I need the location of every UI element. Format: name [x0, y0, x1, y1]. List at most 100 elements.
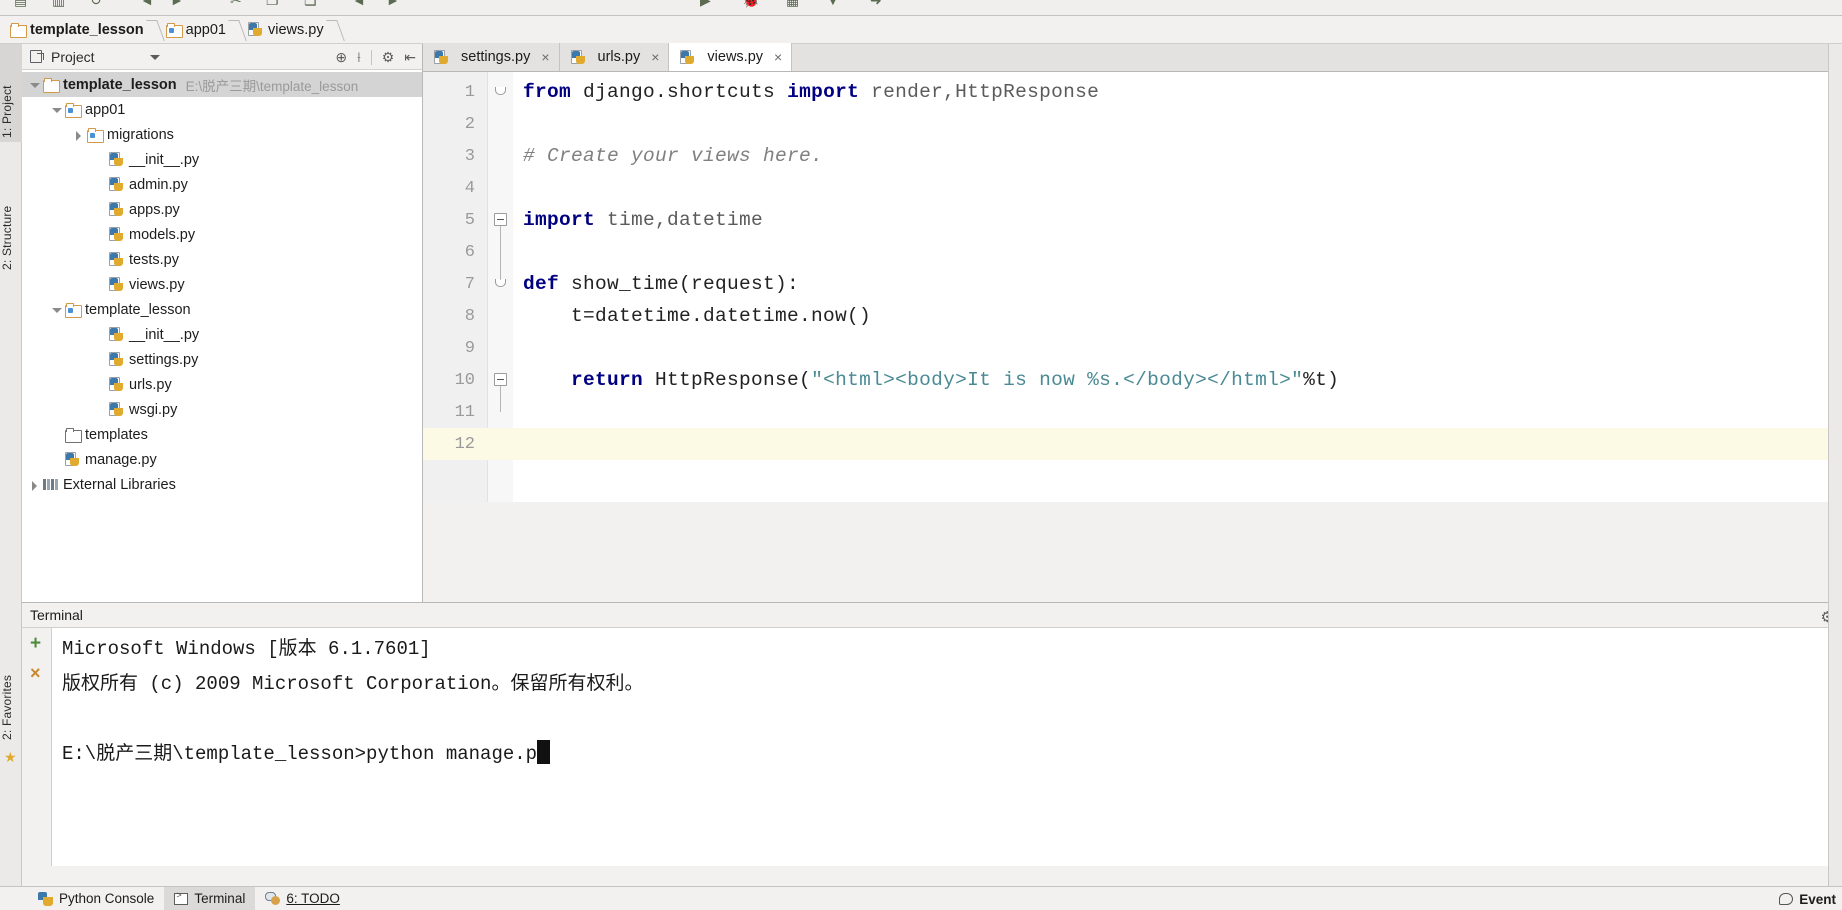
open-icon[interactable]: ▤	[14, 0, 27, 9]
statusbar-item-todo[interactable]: 6: TODO	[255, 887, 350, 910]
terminal-line-text: E:\脱产三期\template_lesson>python manage.p	[62, 743, 538, 765]
code-line[interactable]: 9	[423, 332, 1842, 364]
terminal-panel[interactable]: + × Microsoft Windows [版本 6.1.7601] 版权所有 …	[22, 628, 1842, 866]
tree-node-tests-py[interactable]: tests.py	[22, 247, 422, 272]
code-line[interactable]: 12	[423, 428, 1842, 460]
fold-collapse-icon[interactable]	[494, 373, 507, 386]
line-number: 11	[454, 402, 475, 422]
editor-tab-settings-py[interactable]: settings.py ×	[423, 43, 560, 71]
code-content[interactable]: 1 from django.shortcuts import render,Htt…	[423, 72, 1842, 502]
breadcrumb-item-app01[interactable]: app01	[162, 17, 232, 43]
tree-node---init---py[interactable]: __init__.py	[22, 147, 422, 172]
close-tab-icon[interactable]: ×	[774, 50, 782, 64]
fold-collapse-icon[interactable]	[494, 213, 507, 226]
tree-node-wsgi-py[interactable]: wsgi.py	[22, 397, 422, 422]
python-file-icon	[65, 452, 80, 467]
hide-icon[interactable]: ⇤	[404, 50, 416, 64]
tree-node-app01[interactable]: app01	[22, 97, 422, 122]
target-icon[interactable]: ⊕	[335, 50, 347, 64]
code-editor[interactable]: 1 from django.shortcuts import render,Htt…	[423, 72, 1842, 502]
debug-icon[interactable]: 🐞	[742, 0, 759, 9]
code-line[interactable]: 6	[423, 236, 1842, 268]
paste-icon[interactable]: ❏	[304, 0, 317, 9]
save-icon[interactable]: ▥	[52, 0, 65, 9]
cut-icon[interactable]: ✂	[230, 0, 242, 9]
statusbar-event-log[interactable]: Event	[1779, 887, 1836, 910]
close-tab-icon[interactable]: ×	[541, 50, 549, 64]
sidebar-item-structure[interactable]: 2: Structure	[0, 156, 22, 274]
code-line[interactable]: 2	[423, 108, 1842, 140]
tree-node-template-lesson[interactable]: template_lesson	[22, 297, 422, 322]
python-file-icon	[109, 402, 124, 417]
gear-icon[interactable]: ⚙	[382, 50, 395, 64]
breadcrumb-separator	[330, 17, 342, 43]
close-icon[interactable]: ×	[30, 664, 41, 682]
event-log-icon	[1779, 893, 1794, 905]
line-number: 12	[454, 434, 475, 454]
breadcrumb-label: app01	[185, 21, 226, 38]
forward-icon[interactable]: ►	[386, 0, 400, 8]
attach-icon[interactable]: ➜	[870, 0, 882, 9]
tree-node-models-py[interactable]: models.py	[22, 222, 422, 247]
tree-node-external-libraries[interactable]: External Libraries	[22, 472, 422, 497]
undo-icon[interactable]: ◄	[140, 0, 154, 8]
twisty-icon[interactable]	[28, 478, 42, 492]
coverage-icon[interactable]: ▦	[786, 0, 799, 9]
tree-node-admin-py[interactable]: admin.py	[22, 172, 422, 197]
statusbar-item-python-console[interactable]: Python Console	[28, 887, 164, 910]
twisty-icon[interactable]	[72, 128, 86, 142]
copy-icon[interactable]: ❐	[266, 0, 279, 9]
sync-icon[interactable]: ↻	[90, 0, 102, 9]
tree-node-urls-py[interactable]: urls.py	[22, 372, 422, 397]
twisty-icon[interactable]	[50, 103, 64, 117]
line-number: 2	[464, 114, 475, 134]
python-file-icon	[109, 377, 124, 392]
code-line[interactable]: 3 # Create your views here.	[423, 140, 1842, 172]
code-line[interactable]: 4	[423, 172, 1842, 204]
collapse-all-icon[interactable]: ⟊	[357, 50, 361, 64]
breadcrumb-item-project[interactable]: template_lesson	[6, 17, 150, 43]
run-icon[interactable]: ▶	[700, 0, 711, 9]
tree-node-apps-py[interactable]: apps.py	[22, 197, 422, 222]
code-line[interactable]: 1 from django.shortcuts import render,Htt…	[423, 76, 1842, 108]
terminal-output[interactable]: Microsoft Windows [版本 6.1.7601] 版权所有 (c) …	[62, 628, 1832, 866]
breadcrumb-item-file[interactable]: views.py	[244, 17, 330, 43]
twisty-icon[interactable]	[50, 303, 64, 317]
close-tab-icon[interactable]: ×	[651, 50, 659, 64]
sidebar-item-favorites[interactable]: 2: Favorites	[0, 624, 22, 744]
editor-tab-urls-py[interactable]: urls.py ×	[559, 43, 670, 71]
add-tab-icon[interactable]: +	[30, 634, 41, 653]
chevron-down-icon[interactable]	[150, 55, 160, 60]
line-number: 9	[464, 338, 475, 358]
python-file-icon	[109, 327, 124, 342]
tree-node-template-lesson[interactable]: template_lesson E:\脱产三期\template_lesson	[22, 72, 422, 97]
code-line[interactable]: 5 import time,datetime	[423, 204, 1842, 236]
tree-node-settings-py[interactable]: settings.py	[22, 347, 422, 372]
terminal-line: Microsoft Windows [版本 6.1.7601]	[62, 632, 1832, 667]
tree-node---init---py[interactable]: __init__.py	[22, 322, 422, 347]
tree-node-views-py[interactable]: views.py	[22, 272, 422, 297]
folder-icon	[43, 77, 60, 93]
redo-icon[interactable]: ►	[170, 0, 184, 8]
tree-node-label: template_lesson	[63, 76, 177, 93]
editor-tab-views-py[interactable]: views.py ×	[669, 43, 793, 71]
tree-node-templates[interactable]: templates	[22, 422, 422, 447]
statusbar-item-terminal[interactable]: Terminal	[164, 886, 256, 910]
tree-node-manage-py[interactable]: manage.py	[22, 447, 422, 472]
code-line[interactable]: 10 return HttpResponse("<html><body>It i…	[423, 364, 1842, 396]
back-icon[interactable]: ◄	[352, 0, 366, 8]
sidebar-item-project[interactable]: 1: Project	[0, 44, 22, 142]
breadcrumb-label: template_lesson	[30, 21, 144, 38]
code-line[interactable]: 8 t=datetime.datetime.now()	[423, 300, 1842, 332]
line-number: 4	[464, 178, 475, 198]
fold-guide-line	[500, 226, 501, 280]
profile-icon[interactable]: ▼	[826, 0, 840, 8]
twisty-icon[interactable]	[28, 78, 42, 92]
code-line[interactable]: 7 def show_time(request):	[423, 268, 1842, 300]
code-line[interactable]: 11	[423, 396, 1842, 428]
breadcrumb-label: views.py	[267, 21, 324, 38]
tree-node-migrations[interactable]: migrations	[22, 122, 422, 147]
main-toolbar-strip: ▤ ▥ ↻ ◄ ► ✂ ❐ ❏ ◄ ► ▶ 🐞 ▦ ▼ ➜	[0, 0, 1842, 16]
tree-node-label: admin.py	[129, 176, 188, 193]
